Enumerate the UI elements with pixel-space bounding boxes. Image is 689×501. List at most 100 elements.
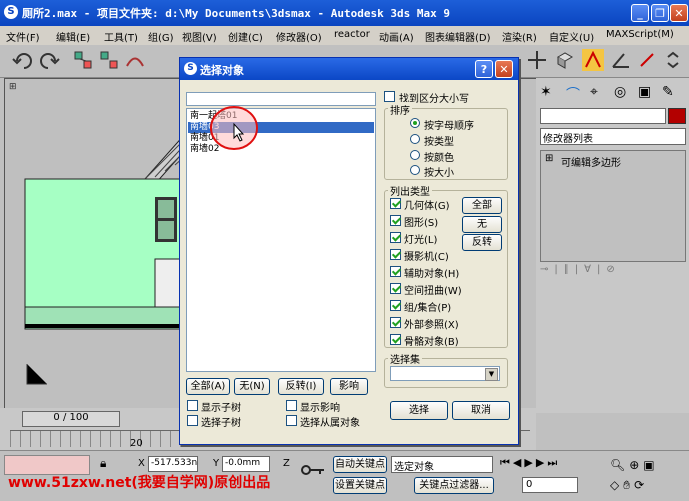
menu-rendering[interactable]: 渲染(R) [502,29,537,44]
menu-reactor[interactable]: reactor [334,29,370,40]
motion-tab-icon[interactable]: ◎ [614,84,626,100]
redo-icon[interactable] [38,49,60,71]
zoom-all-icon[interactable]: ⊕ [629,458,643,472]
material-editor-icon[interactable] [554,49,576,71]
angle-snap-icon[interactable] [610,49,632,71]
help-button[interactable]: ? [475,60,493,78]
select-subtree-checkbox[interactable] [187,415,198,426]
modify-tab-icon[interactable]: ⌒ [566,84,580,104]
restore-button[interactable]: ❐ [651,4,669,22]
display-influences-checkbox[interactable] [286,400,297,411]
menu-create[interactable]: 创建(C) [228,29,263,44]
menu-file[interactable]: 文件(F) [6,29,40,44]
percent-snap-icon[interactable] [636,49,658,71]
minimize-button[interactable]: _ [631,4,649,22]
list-all-button[interactable]: 全部(A) [186,378,230,395]
zoom-extents-icon[interactable]: ▣ [643,458,658,472]
type-spacewarps-checkbox[interactable] [390,283,401,294]
type-xrefs-checkbox[interactable] [390,317,401,328]
type-bones-checkbox[interactable] [390,334,401,345]
stack-tools-bar: ⊸|∥|∀|⊘ [540,264,621,275]
object-color-swatch[interactable] [668,108,686,124]
orbit-icon[interactable]: ⟳ [634,478,648,492]
set-key-button[interactable]: 设置关键点 [333,477,387,494]
auto-key-button[interactable]: 自动关键点 [333,456,387,473]
sort-alphabetical-radio[interactable] [410,118,420,128]
sort-by-color-radio[interactable] [410,150,420,160]
spinner-snap-icon[interactable] [662,49,684,71]
command-panel-tabs: ✶ ⌒ ⌖ ◎ ▣ ✎ [538,80,688,104]
menu-modifiers[interactable]: 修改器(O) [276,29,322,44]
sort-group-label: 排序 [388,102,412,117]
snap-toggle-icon[interactable] [582,49,604,71]
sort-by-size-label: 按大小 [424,168,454,179]
types-none-button[interactable]: 无 [462,216,502,233]
close-button[interactable]: ✕ [670,4,688,22]
menu-view[interactable]: 视图(V) [182,29,217,44]
cancel-button[interactable]: 取消 [452,401,510,420]
selection-sets-dropdown[interactable]: ▼ [390,366,500,381]
type-geometry-checkbox[interactable] [390,198,401,209]
type-shapes-checkbox[interactable] [390,215,401,226]
key-mode-dropdown[interactable]: 选定对象 [391,456,493,473]
type-lights-checkbox[interactable] [390,232,401,243]
link-icon[interactable] [72,49,94,71]
type-helpers-checkbox[interactable] [390,266,401,277]
chevron-down-icon[interactable]: ▼ [485,368,498,381]
key-filters-button[interactable]: 关键点过滤器... [414,477,494,494]
prev-frame-icon[interactable]: ◀ [513,456,524,469]
x-coord-field[interactable]: -517.533n [148,456,198,472]
time-slider[interactable]: 0 / 100 [22,411,120,427]
select-button[interactable]: 选择 [390,401,448,420]
sort-by-size-radio[interactable] [410,165,420,175]
menu-edit[interactable]: 编辑(E) [56,29,90,44]
select-move-icon[interactable] [526,49,548,71]
pan-icon[interactable]: ✋︎ [623,478,634,492]
lock-icon[interactable]: 🔒︎ [100,456,106,471]
dialog-title: 选择对象 [200,64,244,77]
zoom-icon[interactable]: 🔍︎ [610,458,629,472]
type-groups-checkbox[interactable] [390,300,401,311]
next-frame-icon[interactable]: ▶ [536,456,547,469]
object-name-field[interactable] [540,108,666,124]
fov-icon[interactable]: ◇ [610,478,623,492]
go-to-end-icon[interactable]: ⏭ [547,456,560,469]
play-icon[interactable]: ▶ [524,456,535,469]
types-all-button[interactable]: 全部 [462,197,502,214]
menu-graph-editors[interactable]: 图表编辑器(D) [425,29,491,44]
display-tab-icon[interactable]: ▣ [638,84,651,100]
current-frame-field[interactable]: 0 [522,477,578,493]
menu-customize[interactable]: 自定义(U) [549,29,594,44]
list-none-button[interactable]: 无(N) [234,378,270,395]
undo-icon[interactable] [12,49,34,71]
menu-group[interactable]: 组(G) [148,29,174,44]
type-cameras-checkbox[interactable] [390,249,401,260]
menu-animation[interactable]: 动画(A) [379,29,414,44]
case-sensitive-checkbox[interactable] [384,91,395,102]
display-subtree-checkbox[interactable] [187,400,198,411]
menu-maxscript[interactable]: MAXScript(M) [606,29,674,40]
influences-button[interactable]: 影响 [330,378,368,395]
modifier-stack: 可编辑多边形 ⊞ [540,150,686,262]
create-tab-icon[interactable]: ✶ [540,84,552,100]
go-to-start-icon[interactable]: ⏮ [500,456,513,469]
hierarchy-tab-icon[interactable]: ⌖ [590,84,598,100]
unlink-icon[interactable] [98,49,120,71]
type-shapes-label: 图形(S) [404,218,439,229]
modifier-list-dropdown[interactable]: 修改器列表 [540,128,686,145]
utilities-tab-icon[interactable]: ✎ [662,84,674,100]
types-invert-button[interactable]: 反转 [462,234,502,251]
expand-icon[interactable]: ⊞ [545,153,553,164]
x-label: X [138,458,145,469]
y-coord-field[interactable]: -0.0mm [222,456,270,472]
sort-by-type-radio[interactable] [410,134,420,144]
bind-spacewarp-icon[interactable] [124,49,146,71]
list-invert-button[interactable]: 反转(I) [278,378,324,395]
viewport-menu-icon[interactable]: ⊞ [9,82,17,92]
select-dependents-checkbox[interactable] [286,415,297,426]
menu-tools[interactable]: 工具(T) [104,29,138,44]
stack-item-editable-poly[interactable]: 可编辑多边形 [561,154,621,169]
dialog-close-button[interactable]: ✕ [495,60,513,78]
x-coord-value: -517.533n [151,458,198,468]
watermark: www.51zxw.net(我要自学网)原创出品 [8,475,271,491]
